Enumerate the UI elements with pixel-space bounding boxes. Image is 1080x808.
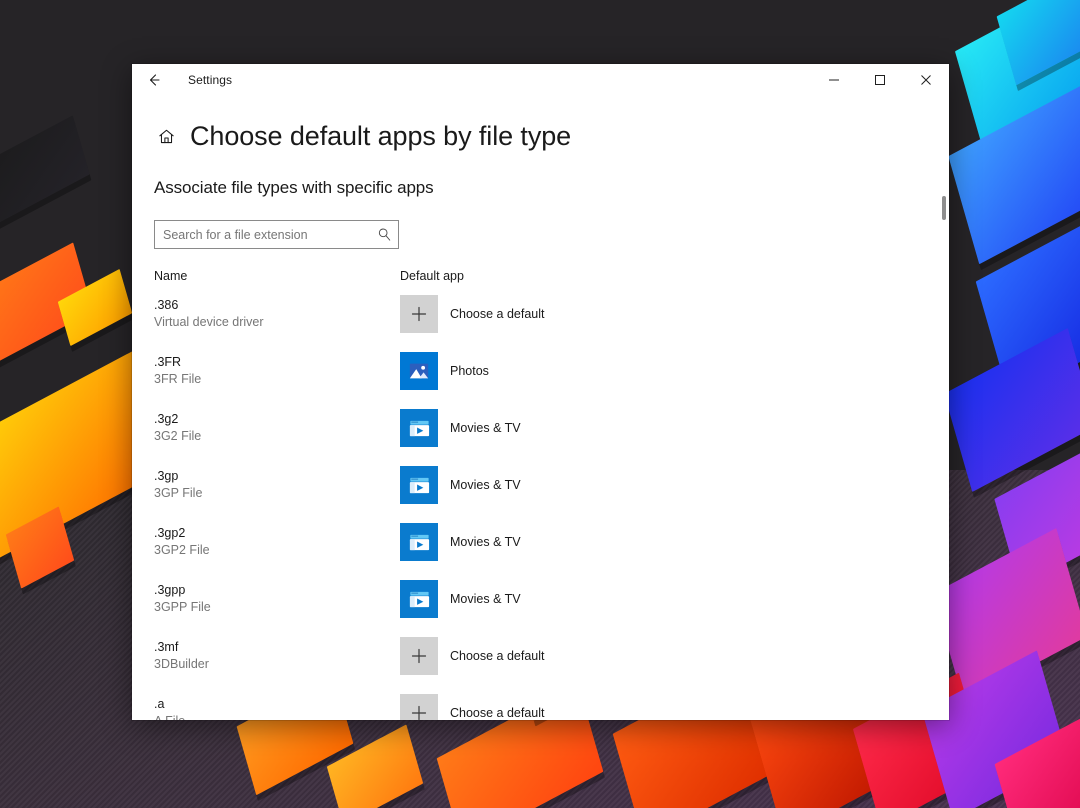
- file-type-row: .386Virtual device driver Choose a defaul…: [154, 295, 934, 352]
- window-titlebar: Settings: [132, 64, 949, 96]
- settings-content: Choose default apps by file type Associa…: [132, 96, 949, 720]
- minimize-icon: [828, 74, 840, 86]
- page-header: Choose default apps by file type: [132, 96, 949, 152]
- file-extension: .3gp2: [154, 525, 400, 542]
- file-extension: .a: [154, 696, 400, 713]
- file-type-list: .386Virtual device driver Choose a defaul…: [154, 295, 934, 720]
- magnifier-glyph-icon: [377, 227, 392, 242]
- plus-glyph-icon: [410, 704, 428, 720]
- back-arrow-icon: [146, 72, 162, 88]
- wallpaper-block: [0, 115, 90, 244]
- plus-glyph-icon: [410, 647, 428, 665]
- maximize-button[interactable]: [857, 64, 903, 96]
- file-extension: .3gpp: [154, 582, 400, 599]
- file-type-name: .3gp3GP File: [154, 466, 400, 502]
- scrollbar[interactable]: [941, 96, 947, 720]
- file-description: 3GP File: [154, 485, 400, 502]
- default-app-button[interactable]: Choose a default: [400, 637, 545, 675]
- file-type-row: .3gp3GP File Movies & TV: [154, 466, 934, 523]
- home-glyph-icon: [157, 127, 176, 146]
- plus-icon[interactable]: [400, 295, 438, 333]
- default-app-label: Movies & TV: [450, 466, 521, 504]
- file-type-row: .3gp23GP2 File Movies & TV: [154, 523, 934, 580]
- file-type-name: .3gpp3GPP File: [154, 580, 400, 616]
- page-title: Choose default apps by file type: [190, 120, 571, 152]
- default-app-label: Choose a default: [450, 637, 545, 675]
- file-type-row: .3FR3FR File Photos: [154, 352, 934, 409]
- movies-tv-glyph-icon: [408, 474, 431, 497]
- file-type-name: .3FR3FR File: [154, 352, 400, 388]
- default-app-label: Movies & TV: [450, 523, 521, 561]
- photos-glyph-icon: [408, 360, 430, 382]
- default-app-label: Choose a default: [450, 694, 545, 720]
- file-extension: .3FR: [154, 354, 400, 371]
- file-description: 3DBuilder: [154, 656, 400, 673]
- default-app-label: Choose a default: [450, 295, 545, 333]
- close-button[interactable]: [903, 64, 949, 96]
- movies-tv-glyph-icon: [408, 588, 431, 611]
- default-app-button[interactable]: Choose a default: [400, 694, 545, 720]
- file-description: A File: [154, 713, 400, 720]
- file-extension: .386: [154, 297, 400, 314]
- default-app-label: Movies & TV: [450, 409, 521, 447]
- default-app-button[interactable]: Choose a default: [400, 295, 545, 333]
- column-header-default-app: Default app: [400, 269, 464, 283]
- movies-tv-glyph-icon: [408, 417, 431, 440]
- default-app-label: Photos: [450, 352, 489, 390]
- settings-window: Settings: [132, 64, 949, 720]
- window-caption-buttons: [811, 64, 949, 96]
- file-description: 3GPP File: [154, 599, 400, 616]
- search-input[interactable]: [163, 221, 372, 248]
- file-type-row: .3g23G2 File Movies & TV: [154, 409, 934, 466]
- movies-tv-app-icon[interactable]: [400, 409, 438, 447]
- search-box[interactable]: [154, 220, 399, 249]
- file-description: Virtual device driver: [154, 314, 400, 331]
- movies-tv-app-icon[interactable]: [400, 466, 438, 504]
- file-extension: .3gp: [154, 468, 400, 485]
- scrollbar-thumb[interactable]: [942, 196, 946, 220]
- photos-app-icon[interactable]: [400, 352, 438, 390]
- search-icon[interactable]: [372, 223, 396, 247]
- file-type-name: .3mf3DBuilder: [154, 637, 400, 673]
- file-type-name: .3g23G2 File: [154, 409, 400, 445]
- file-type-name: .386Virtual device driver: [154, 295, 400, 331]
- column-headers: Name Default app: [154, 269, 949, 283]
- file-extension: .3g2: [154, 411, 400, 428]
- maximize-icon: [874, 74, 886, 86]
- file-type-row: .3gpp3GPP File Movies & TV: [154, 580, 934, 637]
- file-description: 3G2 File: [154, 428, 400, 445]
- page-subtitle: Associate file types with specific apps: [132, 152, 949, 198]
- default-app-button[interactable]: Movies & TV: [400, 409, 521, 447]
- default-app-button[interactable]: Photos: [400, 352, 489, 390]
- movies-tv-app-icon[interactable]: [400, 523, 438, 561]
- plus-icon[interactable]: [400, 637, 438, 675]
- desktop-wallpaper: Settings: [0, 0, 1080, 808]
- file-description: 3FR File: [154, 371, 400, 388]
- file-type-name: .aA File: [154, 694, 400, 720]
- file-description: 3GP2 File: [154, 542, 400, 559]
- minimize-button[interactable]: [811, 64, 857, 96]
- close-icon: [920, 74, 932, 86]
- movies-tv-app-icon[interactable]: [400, 580, 438, 618]
- default-app-label: Movies & TV: [450, 580, 521, 618]
- app-title: Settings: [188, 73, 232, 87]
- file-type-name: .3gp23GP2 File: [154, 523, 400, 559]
- default-app-button[interactable]: Movies & TV: [400, 466, 521, 504]
- column-header-name: Name: [154, 269, 400, 283]
- file-extension: .3mf: [154, 639, 400, 656]
- file-type-row: .3mf3DBuilder Choose a default: [154, 637, 934, 694]
- movies-tv-glyph-icon: [408, 531, 431, 554]
- back-button[interactable]: [132, 64, 176, 96]
- default-app-button[interactable]: Movies & TV: [400, 523, 521, 561]
- home-icon[interactable]: [154, 124, 178, 148]
- plus-icon[interactable]: [400, 694, 438, 720]
- plus-glyph-icon: [410, 305, 428, 323]
- default-app-button[interactable]: Movies & TV: [400, 580, 521, 618]
- file-type-row: .aA File Choose a default: [154, 694, 934, 720]
